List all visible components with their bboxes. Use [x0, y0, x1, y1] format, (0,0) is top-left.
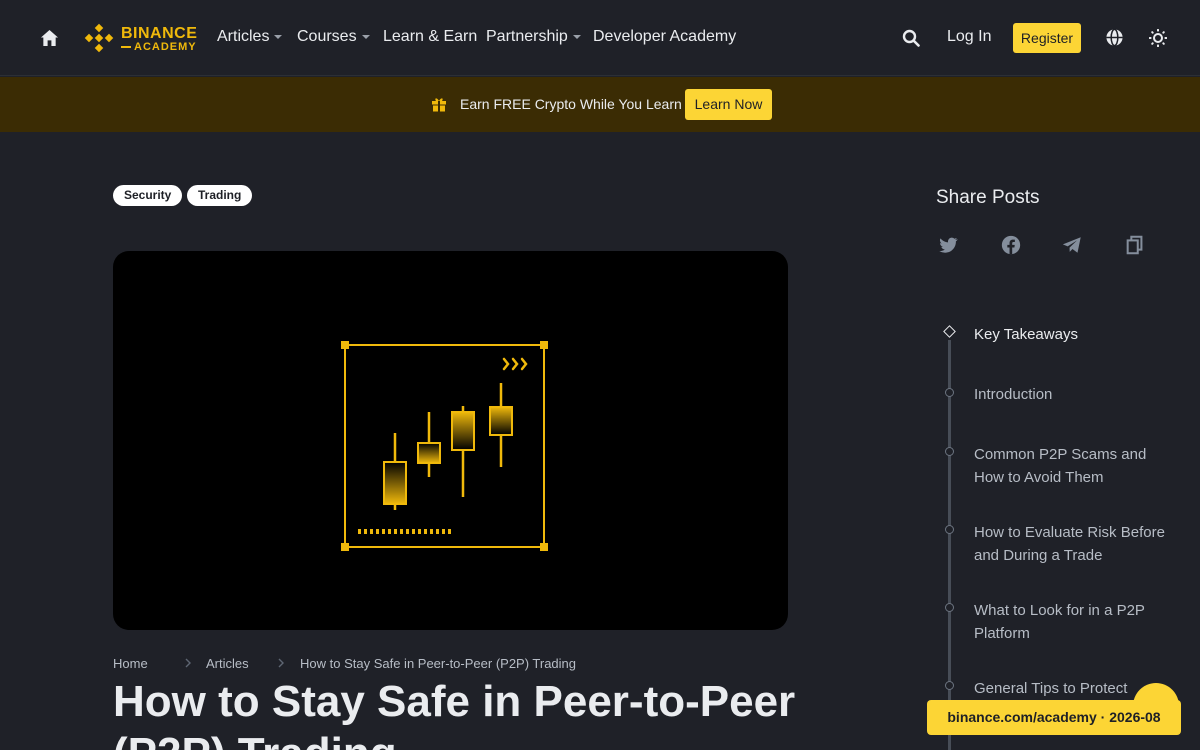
binance-academy-logo[interactable]: BINANCE ACADEMY [83, 22, 207, 56]
breadcrumb-home[interactable]: Home [113, 656, 148, 671]
nav-articles[interactable]: Articles [217, 28, 283, 46]
toc-item-common-scams[interactable]: Common P2P Scams and How to Avoid Them [974, 443, 1174, 489]
copy-link-icon[interactable] [1124, 234, 1146, 256]
chevron-down-icon [572, 34, 581, 39]
toc-node-icon [945, 603, 954, 612]
logo-subtitle: ACADEMY [121, 41, 197, 53]
nav-courses[interactable]: Courses [297, 28, 370, 46]
gift-icon [432, 98, 446, 112]
nav-courses-label: Courses [297, 28, 357, 45]
toc-active-marker-icon [943, 325, 956, 338]
sun-icon[interactable] [1149, 29, 1167, 47]
toc-node-icon [945, 447, 954, 456]
toc-item-p2p-platform[interactable]: What to Look for in a P2P Platform [974, 599, 1174, 645]
register-button[interactable]: Register [1013, 23, 1081, 53]
globe-icon[interactable] [1105, 28, 1124, 47]
source-badge: binance.com/academy · 2026-08 [927, 700, 1181, 735]
chevron-right-icon [185, 658, 191, 668]
nav-partnership-label: Partnership [486, 28, 568, 45]
chevron-down-icon [361, 34, 370, 39]
share-title: Share Posts [936, 187, 1040, 208]
toc-node-icon [945, 388, 954, 397]
chevron-down-icon [274, 34, 283, 39]
breadcrumb-articles[interactable]: Articles [206, 656, 249, 671]
toc-node-icon [945, 525, 954, 534]
search-icon[interactable] [902, 29, 920, 47]
nav-articles-label: Articles [217, 28, 270, 45]
login-button[interactable]: Log In [947, 28, 991, 46]
toc-node-icon [945, 681, 954, 690]
top-navigation: BINANCE ACADEMY Articles Courses Learn &… [0, 0, 1200, 76]
toc-item-evaluate-risk[interactable]: How to Evaluate Risk Before and During a… [974, 521, 1174, 567]
tag-security[interactable]: Security [113, 185, 183, 206]
home-icon[interactable] [40, 29, 59, 47]
facebook-icon[interactable] [1000, 234, 1022, 256]
chevron-right-icon [278, 658, 284, 668]
nav-learn-and-earn-label: Learn & Earn [383, 28, 478, 45]
nav-developer-academy[interactable]: Developer Academy [593, 28, 736, 46]
twitter-icon[interactable] [937, 234, 959, 256]
telegram-icon[interactable] [1061, 234, 1083, 256]
binance-logo-icon [84, 23, 114, 53]
learn-now-button[interactable]: Learn Now [685, 89, 772, 120]
nav-partnership[interactable]: Partnership [486, 28, 581, 46]
candlestick-illustration [341, 341, 548, 551]
article-hero-image [113, 251, 788, 630]
tag-trading[interactable]: Trading [187, 185, 253, 206]
toc-item-key-takeaways[interactable]: Key Takeaways [974, 323, 1174, 346]
promo-banner: Earn FREE Crypto While You Learn Learn N… [0, 77, 1200, 132]
nav-learn-and-earn[interactable]: Learn & Earn [383, 28, 477, 46]
promo-text: Earn FREE Crypto While You Learn [460, 96, 682, 112]
nav-developer-academy-label: Developer Academy [593, 28, 737, 45]
article-title: How to Stay Safe in Peer-to-Peer (P2P) T… [113, 677, 796, 750]
breadcrumb-current: How to Stay Safe in Peer-to-Peer (P2P) T… [300, 656, 577, 671]
toc-item-introduction[interactable]: Introduction [974, 383, 1174, 406]
